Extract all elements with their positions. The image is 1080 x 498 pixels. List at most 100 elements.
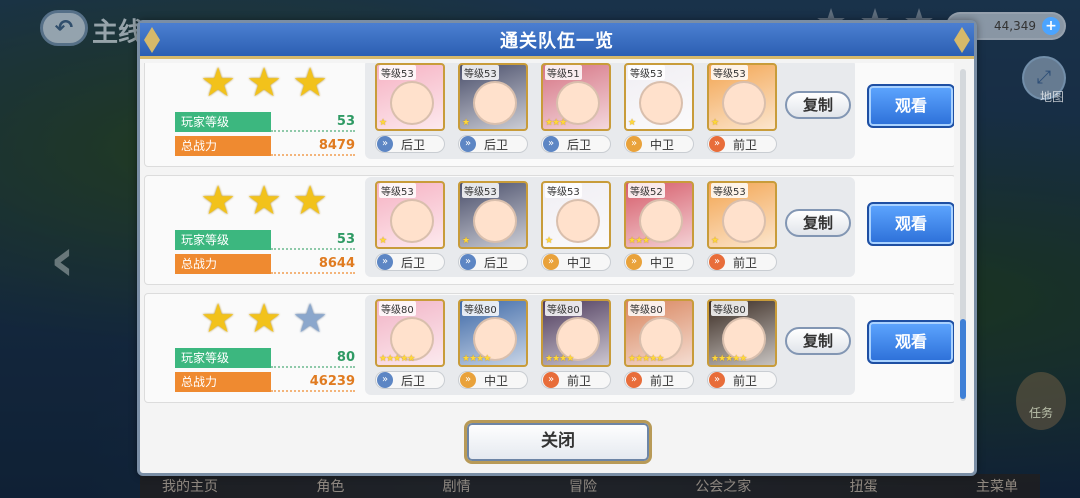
unit-position-label: 中卫 xyxy=(567,255,592,270)
star-icon: ★ xyxy=(246,178,282,224)
unit-card[interactable]: 等级80 ★★★★★ » 前卫 xyxy=(624,299,694,389)
unit-position-label: 前卫 xyxy=(733,373,758,388)
unit-rarity-stars: ★★★ xyxy=(545,118,567,128)
unit-face-icon xyxy=(390,199,434,243)
scroll-thumb[interactable] xyxy=(960,319,966,399)
unit-position-label: 后卫 xyxy=(567,137,592,152)
unit-card[interactable]: 等级80 ★★★★★ » 前卫 xyxy=(707,299,777,389)
copy-team-button[interactable]: 复制 xyxy=(785,209,851,237)
unit-panel: 等级80 ★★★★★ » 后卫 等级80 ★★★★ » 中卫 等级80 ★★★★ » … xyxy=(365,295,855,395)
unit-portrait[interactable]: 等级53 ★ xyxy=(707,63,777,131)
list-scrollbar[interactable] xyxy=(960,69,966,401)
nav-guild-house[interactable]: 公会之家 xyxy=(673,474,773,498)
position-chevron-icon: » xyxy=(460,254,476,270)
total-power-value: 46239 xyxy=(271,372,355,392)
player-level-label: 玩家等级 xyxy=(175,112,271,132)
view-replay-button[interactable]: 观看 xyxy=(867,320,954,364)
unit-position-label: 中卫 xyxy=(650,255,675,270)
unit-portrait[interactable]: 等级53 ★ xyxy=(375,63,445,131)
unit-card[interactable]: 等级80 ★★★★ » 中卫 xyxy=(458,299,528,389)
previous-area-arrow-icon[interactable]: ‹ xyxy=(50,225,75,295)
position-chevron-icon: » xyxy=(460,136,476,152)
position-chevron-icon: » xyxy=(543,136,559,152)
nav-home[interactable]: 我的主页 xyxy=(140,474,240,498)
unit-portrait[interactable]: 等级80 ★★★★★ xyxy=(624,299,694,367)
unit-position: » 后卫 xyxy=(375,135,445,153)
view-replay-button[interactable]: 观看 xyxy=(867,202,954,246)
close-button[interactable]: 关闭 xyxy=(464,420,652,464)
unit-rarity-stars: ★ xyxy=(628,118,636,128)
unit-card[interactable]: 等级53 ★ » 中卫 xyxy=(624,63,694,153)
unit-level: 等级52 xyxy=(628,183,665,198)
unit-face-icon xyxy=(639,81,683,125)
unit-panel: 等级53 ★» 后卫 等级53 ★» 后卫 等级53 ★» 中卫 等级52 ★★… xyxy=(365,177,855,277)
unit-portrait[interactable]: 等级53 ★ xyxy=(458,181,528,249)
unit-portrait[interactable]: 等级80 ★★★★ xyxy=(541,299,611,367)
clear-stars: ★ ★ ★ xyxy=(197,299,337,339)
player-level-value: 53 xyxy=(271,230,355,250)
unit-portrait[interactable]: 等级80 ★★★★ xyxy=(458,299,528,367)
unit-portrait[interactable]: 等级80 ★★★★★ xyxy=(707,299,777,367)
total-power-label: 总战力 xyxy=(175,136,271,156)
team-list[interactable]: ★ ★ ★ 玩家等级 53 总战力 8479 等级53 ★» 后卫 等级53 ★» 后卫… xyxy=(144,63,954,409)
unit-level: 等级80 xyxy=(462,301,499,316)
copy-team-button[interactable]: 复制 xyxy=(785,91,851,119)
star-icon: ★ xyxy=(200,63,236,106)
unit-card[interactable]: 等级53 ★ » 后卫 xyxy=(458,63,528,153)
unit-card[interactable]: 等级51 ★★★ » 后卫 xyxy=(541,63,611,153)
unit-card[interactable]: 等级53 ★ » 前卫 xyxy=(707,63,777,153)
unit-portrait[interactable]: 等级52 ★★★ xyxy=(624,181,694,249)
unit-portrait[interactable]: 等级51 ★★★ xyxy=(541,63,611,131)
unit-position-label: 后卫 xyxy=(401,255,426,270)
back-button[interactable]: ↶ xyxy=(40,10,88,46)
unit-portrait[interactable]: 等级53 ★ xyxy=(707,181,777,249)
star-icon: ★ xyxy=(292,296,328,342)
unit-level: 等级80 xyxy=(379,301,416,316)
unit-position-label: 前卫 xyxy=(567,373,592,388)
task-button[interactable]: 任务 xyxy=(1016,372,1066,430)
nav-adventure[interactable]: 冒险 xyxy=(547,474,619,498)
unit-portrait[interactable]: 等级80 ★★★★★ xyxy=(375,299,445,367)
unit-face-icon xyxy=(722,199,766,243)
unit-card[interactable]: 等级52 ★★★ » 中卫 xyxy=(624,181,694,271)
view-replay-button[interactable]: 观看 xyxy=(867,84,954,128)
unit-card[interactable]: 等级53 ★ » 后卫 xyxy=(458,181,528,271)
unit-card[interactable]: 等级80 ★★★★ » 前卫 xyxy=(541,299,611,389)
add-jewel-icon[interactable]: + xyxy=(1042,17,1060,35)
unit-face-icon xyxy=(473,199,517,243)
unit-card[interactable]: 等级53 ★ » 前卫 xyxy=(707,181,777,271)
unit-portrait[interactable]: 等级53 ★ xyxy=(624,63,694,131)
unit-card[interactable]: 等级80 ★★★★★ » 后卫 xyxy=(375,299,445,389)
star-icon: ★ xyxy=(200,296,236,342)
position-chevron-icon: » xyxy=(377,254,393,270)
position-chevron-icon: » xyxy=(460,372,476,388)
nav-characters[interactable]: 角色 xyxy=(294,474,366,498)
unit-card[interactable]: 等级53 ★ » 后卫 xyxy=(375,181,445,271)
nav-gacha[interactable]: 扭蛋 xyxy=(828,474,900,498)
nav-story[interactable]: 剧情 xyxy=(421,474,493,498)
unit-position: » 中卫 xyxy=(458,371,528,389)
unit-portrait[interactable]: 等级53 ★ xyxy=(375,181,445,249)
unit-panel: 等级53 ★ » 后卫 等级53 ★ » 后卫 等级51 ★★★ » 后卫 等级53 … xyxy=(365,63,855,159)
unit-face-icon xyxy=(556,199,600,243)
unit-face-icon xyxy=(722,81,766,125)
unit-position-label: 后卫 xyxy=(484,137,509,152)
unit-rarity-stars: ★ xyxy=(462,118,470,128)
unit-rarity-stars: ★★★★ xyxy=(545,354,574,364)
unit-position: » 后卫 xyxy=(458,253,528,271)
position-chevron-icon: » xyxy=(377,372,393,388)
unit-level: 等级53 xyxy=(545,183,582,198)
clear-teams-dialog: 通关队伍一览 ★ ★ ★ 玩家等级 53 总战力 8479 等级53 ★» 后卫 等级5… xyxy=(137,20,977,476)
unit-card[interactable]: 等级53 ★ » 中卫 xyxy=(541,181,611,271)
unit-level: 等级53 xyxy=(462,183,499,198)
unit-portrait[interactable]: 等级53 ★ xyxy=(541,181,611,249)
unit-rarity-stars: ★ xyxy=(711,118,719,128)
unit-card[interactable]: 等级53 ★ » 后卫 xyxy=(375,63,445,153)
unit-level: 等级80 xyxy=(545,301,582,316)
nav-main-menu[interactable]: 主菜单 xyxy=(954,474,1040,498)
map-label: 地图 xyxy=(1039,90,1064,104)
copy-team-button[interactable]: 复制 xyxy=(785,327,851,355)
unit-position-label: 前卫 xyxy=(733,255,758,270)
unit-position-label: 前卫 xyxy=(650,373,675,388)
unit-portrait[interactable]: 等级53 ★ xyxy=(458,63,528,131)
